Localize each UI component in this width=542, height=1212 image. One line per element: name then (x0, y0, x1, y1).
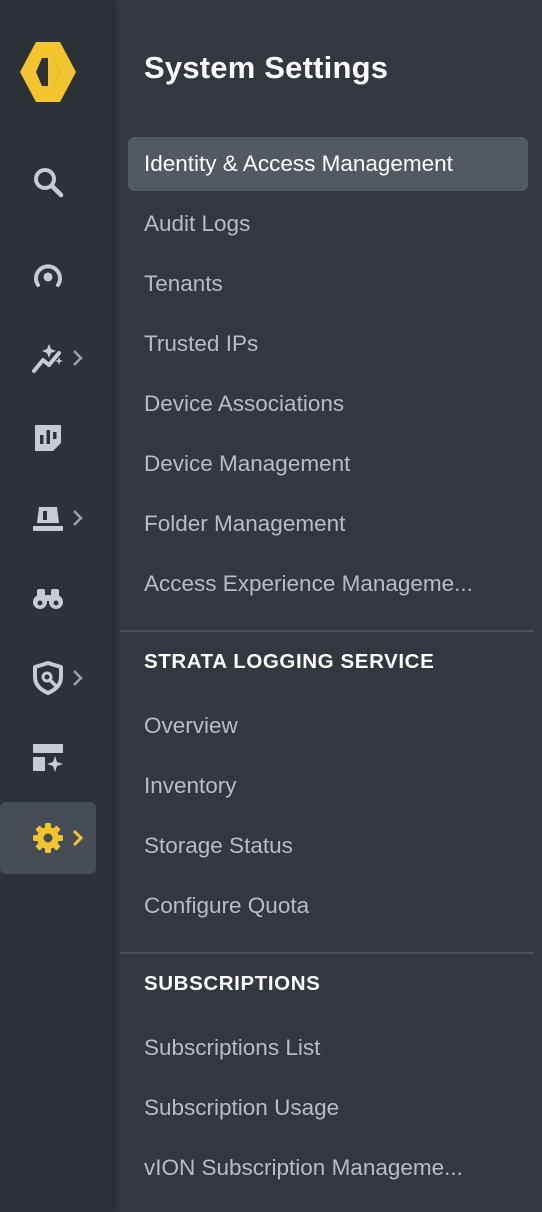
nav-item-device-management[interactable]: Device Management (128, 437, 528, 491)
nav-item-identity-access-management[interactable]: Identity & Access Management (128, 137, 528, 191)
rail-item-alarm[interactable] (0, 482, 96, 554)
rail-item-workflows[interactable] (0, 722, 96, 794)
alarm-icon (30, 500, 66, 536)
rail-item-insights[interactable] (0, 322, 96, 394)
rail-item-radar[interactable] (0, 241, 96, 313)
rail-item-dashboard[interactable] (0, 402, 96, 474)
search-icon (30, 164, 66, 200)
nav-item-subscription-usage[interactable]: Subscription Usage (128, 1081, 528, 1135)
shield-search-icon (30, 660, 66, 696)
section-header-subscriptions: SUBSCRIPTIONS (144, 972, 321, 995)
nav-item-device-associations[interactable]: Device Associations (128, 377, 528, 431)
rail-item-search[interactable] (0, 146, 96, 218)
insights-icon (30, 340, 66, 376)
nav-item-access-experience-management[interactable]: Access Experience Manageme... (128, 557, 528, 611)
section-divider (120, 952, 534, 954)
nav-item-vion-subscription-management[interactable]: vION Subscription Manageme... (128, 1141, 528, 1195)
nav-item-folder-management[interactable]: Folder Management (128, 497, 528, 551)
gear-icon (30, 820, 66, 856)
nav-item-tenants[interactable]: Tenants (128, 257, 528, 311)
nav-item-inventory[interactable]: Inventory (128, 759, 528, 813)
chevron-right-icon (73, 350, 83, 366)
nav-item-overview[interactable]: Overview (128, 699, 528, 753)
section-header-strata-logging: STRATA LOGGING SERVICE (144, 650, 435, 673)
settings-panel: System Settings Identity & Access Manage… (112, 0, 542, 1212)
nav-item-subscriptions-list[interactable]: Subscriptions List (128, 1021, 528, 1075)
workflows-icon (30, 740, 66, 776)
nav-item-storage-status[interactable]: Storage Status (128, 819, 528, 873)
binoculars-icon (30, 580, 66, 616)
icon-rail (0, 0, 112, 1212)
radar-icon (30, 259, 66, 295)
rail-item-shield[interactable] (0, 642, 96, 714)
page-title: System Settings (144, 50, 389, 85)
nav-item-configure-quota[interactable]: Configure Quota (128, 879, 528, 933)
chevron-right-icon (72, 829, 84, 847)
prisma-logo[interactable] (20, 40, 76, 104)
nav-item-audit-logs[interactable]: Audit Logs (128, 197, 528, 251)
chevron-right-icon (73, 670, 83, 686)
nav-item-trusted-ips[interactable]: Trusted IPs (128, 317, 528, 371)
dashboard-icon (30, 420, 66, 456)
rail-item-binoculars[interactable] (0, 562, 96, 634)
rail-item-settings[interactable] (0, 802, 96, 874)
section-divider (120, 630, 534, 632)
chevron-right-icon (73, 510, 83, 526)
